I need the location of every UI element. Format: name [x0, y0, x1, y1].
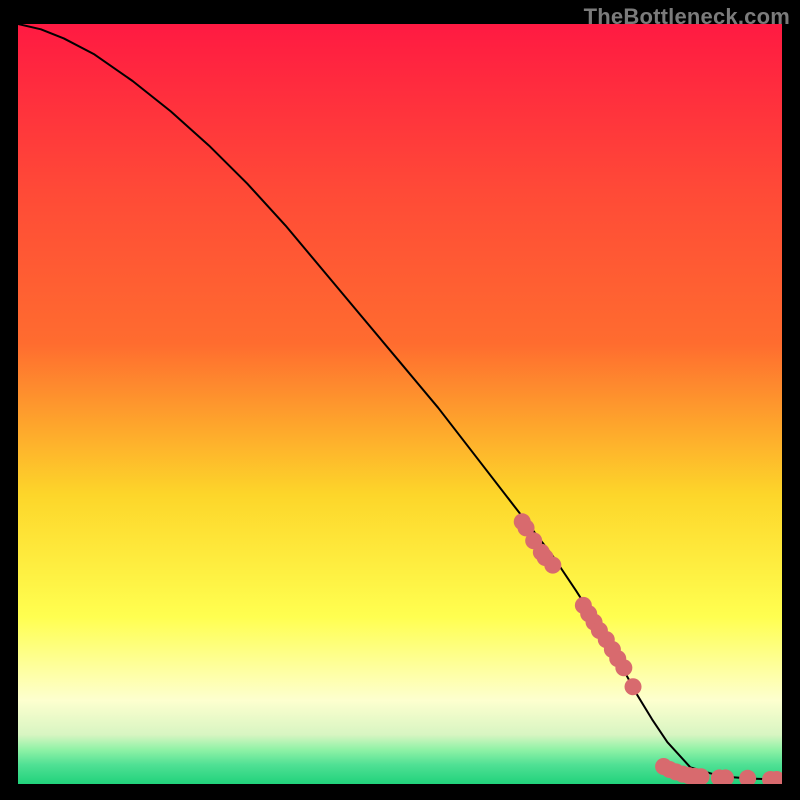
chart-svg — [18, 24, 782, 784]
data-point — [544, 557, 561, 574]
chart-plot — [18, 24, 782, 784]
chart-frame: TheBottleneck.com — [0, 0, 800, 800]
data-point — [625, 678, 642, 695]
data-point — [615, 659, 632, 676]
